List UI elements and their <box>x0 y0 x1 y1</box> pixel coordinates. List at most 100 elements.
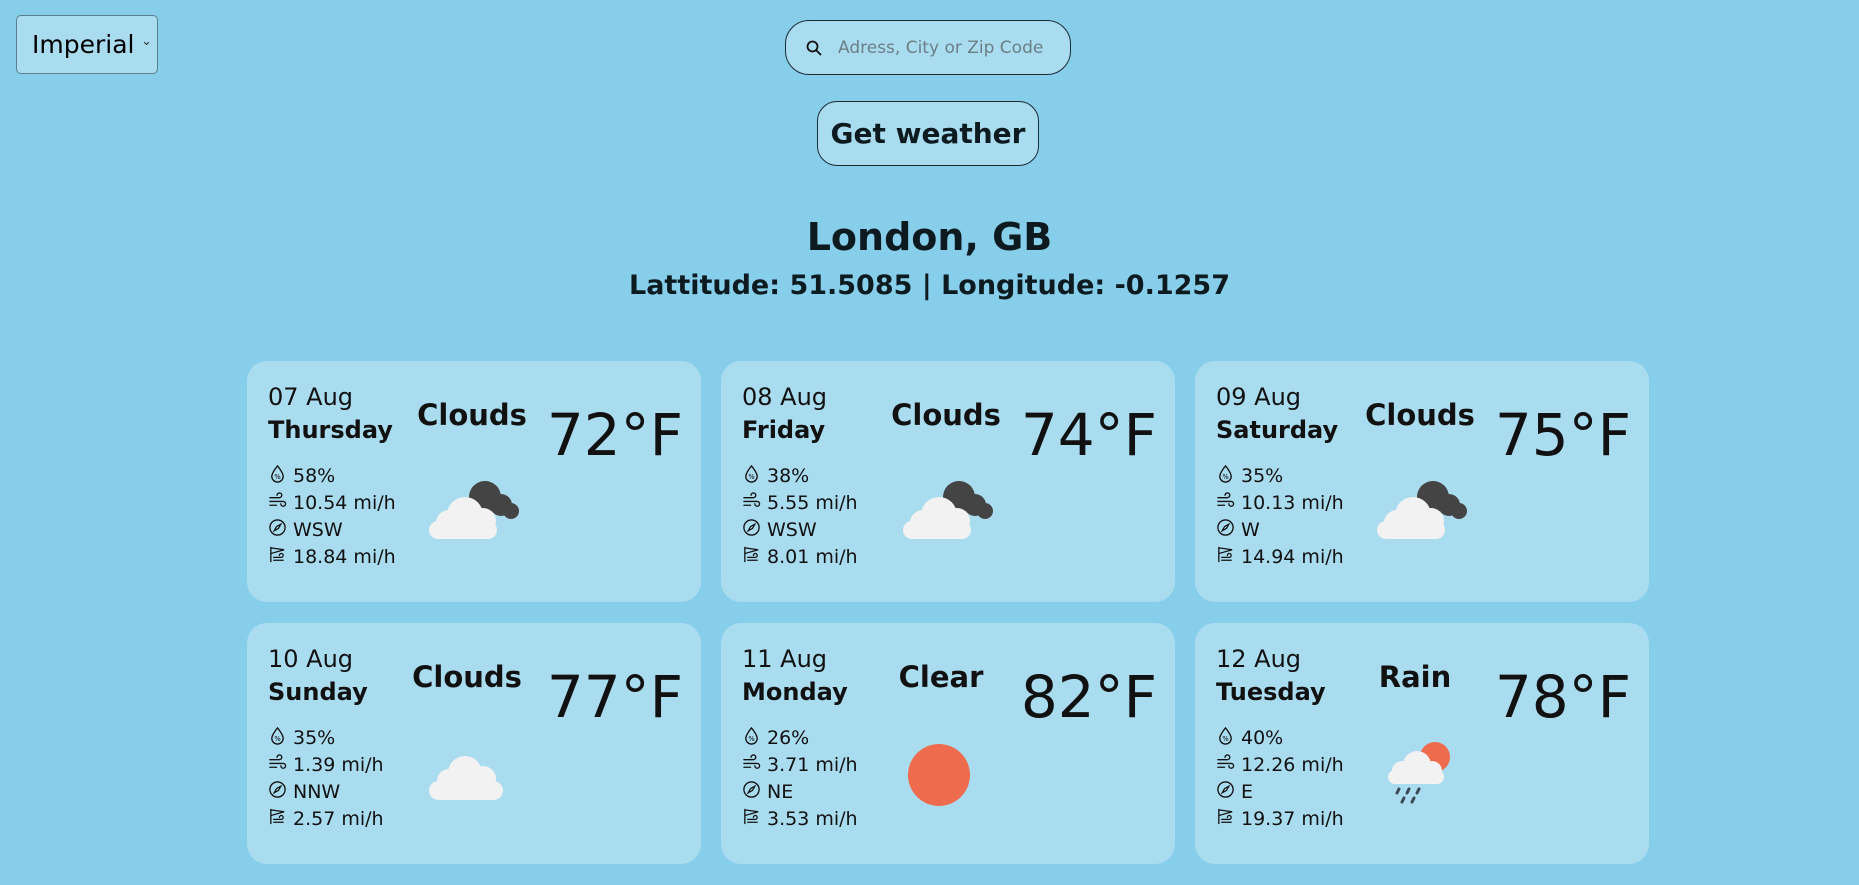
wind-direction-value: NNW <box>293 780 341 803</box>
wind-direction-value: E <box>1241 780 1254 803</box>
humidity-value: 35% <box>293 726 336 749</box>
humidity-row: % 38% <box>742 462 858 489</box>
search-input[interactable] <box>836 36 1060 59</box>
wind-speed-row: 12.26 mi/h <box>1216 751 1344 778</box>
units-select[interactable]: Imperial ⌄ <box>16 15 158 74</box>
city-title: London, GB <box>806 215 1053 259</box>
broken-clouds-icon <box>1375 479 1467 543</box>
wind-gust-value: 14.94 mi/h <box>1241 545 1344 568</box>
forecast-day: Friday <box>742 416 826 444</box>
search-icon <box>806 40 822 55</box>
chevron-down-icon: ⌄ <box>141 34 152 49</box>
get-weather-button[interactable]: Get weather <box>817 101 1039 166</box>
broken-clouds-icon <box>901 479 993 543</box>
sun-icon <box>907 743 971 811</box>
humidity-value: 26% <box>767 726 810 749</box>
humidity-row: % 35% <box>268 724 384 751</box>
wind-gust-value: 19.37 mi/h <box>1241 807 1344 830</box>
wind-direction-value: W <box>1241 518 1260 541</box>
forecast-stats: % 58% 10.54 mi/h WSW 18.84 mi/h <box>268 462 396 570</box>
coordinates: Lattitude: 51.5085 | Longitude: -0.1257 <box>628 270 1230 301</box>
forecast-stats: % 38% 5.55 mi/h WSW 8.01 mi/h <box>742 462 858 570</box>
humidity-row: % 40% <box>1216 724 1344 751</box>
svg-text:%: % <box>748 735 754 743</box>
svg-text:%: % <box>274 473 280 481</box>
wind-direction-value: WSW <box>767 518 817 541</box>
forecast-day: Saturday <box>1216 416 1339 444</box>
wind-gust-row: 14.94 mi/h <box>1216 543 1344 570</box>
compass-icon <box>1216 518 1241 542</box>
wind-gust-flag-icon <box>1216 545 1241 569</box>
forecast-date: 10 Aug <box>268 645 354 673</box>
humidity-row: % 58% <box>268 462 396 489</box>
forecast-condition: Clouds <box>417 398 527 432</box>
forecast-stats: % 35% 1.39 mi/h NNW 2.57 mi/h <box>268 724 384 832</box>
svg-text:%: % <box>748 473 754 481</box>
compass-icon <box>1216 780 1241 804</box>
wind-icon <box>268 491 293 515</box>
wind-gust-flag-icon <box>1216 807 1241 831</box>
wind-gust-value: 8.01 mi/h <box>767 545 858 568</box>
wind-direction-row: E <box>1216 778 1344 805</box>
forecast-temperature: 72°F <box>546 401 683 469</box>
wind-speed-row: 5.55 mi/h <box>742 489 858 516</box>
forecast-stats: % 40% 12.26 mi/h E 19.37 mi/h <box>1216 724 1344 832</box>
wind-icon <box>742 753 767 777</box>
broken-clouds-icon <box>427 479 519 543</box>
forecast-card: 07 Aug Thursday Clouds 72°F% 58% 10.54 mi/h WS… <box>247 361 701 602</box>
wind-speed-value: 12.26 mi/h <box>1241 753 1344 776</box>
humidity-drop-icon: % <box>268 464 293 488</box>
forecast-temperature: 78°F <box>1494 663 1631 731</box>
compass-icon <box>268 780 293 804</box>
forecast-condition: Clear <box>898 660 984 694</box>
forecast-date: 12 Aug <box>1216 645 1302 673</box>
compass-icon <box>268 518 293 542</box>
wind-gust-value: 3.53 mi/h <box>767 807 858 830</box>
forecast-temperature: 74°F <box>1020 401 1157 469</box>
compass-icon <box>742 518 767 542</box>
forecast-condition: Clouds <box>1365 398 1475 432</box>
wind-direction-row: NE <box>742 778 858 805</box>
search-bar[interactable] <box>785 20 1071 75</box>
humidity-drop-icon: % <box>268 726 293 750</box>
forecast-temperature: 75°F <box>1494 401 1631 469</box>
wind-direction-row: WSW <box>742 516 858 543</box>
wind-gust-row: 8.01 mi/h <box>742 543 858 570</box>
wind-speed-value: 10.54 mi/h <box>293 491 396 514</box>
wind-gust-row: 2.57 mi/h <box>268 805 384 832</box>
forecast-condition: Clouds <box>412 660 522 694</box>
cloud-icon <box>427 749 507 805</box>
forecast-date: 07 Aug <box>268 383 354 411</box>
wind-speed-row: 10.13 mi/h <box>1216 489 1344 516</box>
forecast-card: 08 Aug Friday Clouds 74°F% 38% 5.55 mi/h WSW 8.… <box>721 361 1175 602</box>
wind-gust-flag-icon <box>268 807 293 831</box>
forecast-day: Tuesday <box>1216 678 1326 706</box>
humidity-value: 40% <box>1241 726 1284 749</box>
wind-gust-flag-icon <box>742 545 767 569</box>
wind-speed-value: 3.71 mi/h <box>767 753 858 776</box>
humidity-value: 38% <box>767 464 810 487</box>
forecast-card: 12 Aug Tuesday Rain 78°F% 40% 12.26 mi/h E 19.3… <box>1195 623 1649 864</box>
wind-speed-row: 3.71 mi/h <box>742 751 858 778</box>
humidity-drop-icon: % <box>1216 726 1241 750</box>
forecast-date: 09 Aug <box>1216 383 1302 411</box>
forecast-day: Sunday <box>268 678 368 706</box>
wind-speed-row: 10.54 mi/h <box>268 489 396 516</box>
forecast-card: 10 Aug Sunday Clouds 77°F% 35% 1.39 mi/h NNW 2.… <box>247 623 701 864</box>
forecast-condition: Rain <box>1378 660 1452 694</box>
units-select-value: Imperial <box>32 30 135 59</box>
wind-gust-row: 19.37 mi/h <box>1216 805 1344 832</box>
wind-gust-flag-icon <box>742 807 767 831</box>
forecast-temperature: 82°F <box>1020 663 1157 731</box>
forecast-temperature: 77°F <box>546 663 683 731</box>
humidity-value: 35% <box>1241 464 1284 487</box>
wind-speed-value: 1.39 mi/h <box>293 753 384 776</box>
wind-icon <box>742 491 767 515</box>
humidity-drop-icon: % <box>1216 464 1241 488</box>
svg-text:%: % <box>274 735 280 743</box>
wind-gust-row: 18.84 mi/h <box>268 543 396 570</box>
wind-gust-value: 18.84 mi/h <box>293 545 396 568</box>
forecast-card: 09 Aug Saturday Clouds 75°F% 35% 10.13 mi/h W 1… <box>1195 361 1649 602</box>
humidity-drop-icon: % <box>742 464 767 488</box>
wind-speed-value: 10.13 mi/h <box>1241 491 1344 514</box>
